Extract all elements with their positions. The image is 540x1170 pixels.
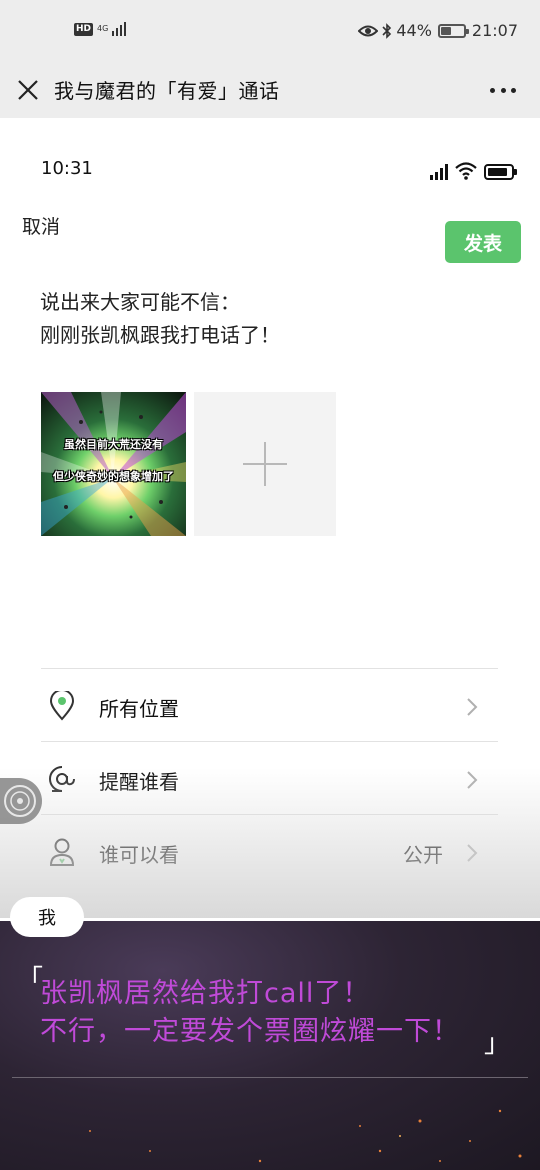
starburst-image (41, 392, 186, 536)
inner-status-icons (430, 162, 517, 180)
options-menu: 所有位置 提醒谁看 谁可以看 公开 (41, 668, 498, 887)
chevron-right-icon (467, 698, 478, 716)
chevron-right-icon (467, 844, 478, 862)
dialogue-box[interactable]: 「 张凯枫居然给我打call了！ 不行，一定要发个票圈炫耀一下！ 」 (0, 918, 540, 1170)
plus-icon (243, 442, 287, 486)
eye-icon (358, 25, 379, 36)
divider (12, 1077, 528, 1078)
system-status-bar: HD 4G 44% 21:07 (0, 0, 540, 62)
chevron-right-icon (467, 771, 478, 789)
network-indicator: HD 4G (74, 22, 127, 36)
post-text-line: 刚刚张凯枫跟我打电话了！ (40, 323, 280, 347)
quote-close-mark: 」 (484, 1029, 511, 1059)
menu-item-visibility[interactable]: 谁可以看 公开 (41, 814, 498, 887)
bluetooth-icon (382, 22, 392, 39)
clock: 21:07 (471, 21, 518, 40)
wifi-icon (455, 162, 477, 180)
publish-button[interactable]: 发表 (445, 221, 521, 263)
menu-value: 公开 (403, 843, 443, 867)
cancel-button[interactable]: 取消 (22, 212, 60, 239)
app-header: 我与魔君的「有爱」通话 (0, 62, 540, 118)
at-mention-icon (49, 766, 75, 792)
signal-icon (430, 164, 448, 180)
close-button[interactable] (12, 74, 44, 106)
battery-percent: 44% (396, 21, 432, 40)
network-type: 4G (97, 24, 109, 33)
add-photo-button[interactable] (194, 392, 336, 536)
photo-thumbnail[interactable]: 虽然目前大荒还没有 但少侠奇妙的想象增加了 (41, 392, 186, 536)
person-icon (49, 838, 75, 866)
hd-badge: HD (74, 22, 94, 36)
menu-label: 所有位置 (99, 697, 179, 721)
post-text-input[interactable]: 说出来大家可能不信： 刚刚张凯枫跟我打电话了！ (40, 286, 280, 352)
more-dots-icon (490, 87, 495, 93)
dialogue-line: 不行，一定要发个票圈炫耀一下！ (40, 1016, 460, 1047)
dialogue-line: 张凯枫居然给我打call了！ (40, 978, 371, 1009)
menu-label: 谁可以看 (99, 843, 179, 867)
inner-clock: 10:31 (41, 158, 93, 179)
location-pin-icon (49, 691, 75, 721)
more-button[interactable] (486, 76, 520, 104)
menu-label: 提醒谁看 (99, 770, 179, 794)
signal-icon (112, 22, 127, 36)
system-indicators: 44% 21:07 (358, 21, 518, 40)
battery-icon (437, 23, 469, 38)
close-icon (18, 80, 38, 100)
more-dot (511, 87, 516, 93)
page-title: 我与魔君的「有爱」通话 (54, 79, 280, 103)
speaker-name-tag: 我 (10, 897, 84, 937)
more-dot (500, 87, 506, 93)
menu-item-mention[interactable]: 提醒谁看 (41, 741, 498, 814)
floating-assistant-button[interactable] (0, 778, 42, 824)
menu-item-location[interactable]: 所有位置 (41, 668, 498, 741)
disc-icon (4, 785, 36, 817)
post-text-line: 说出来大家可能不信： (40, 290, 240, 314)
photo-caption-line: 但少侠奇妙的想象增加了 (53, 470, 174, 483)
battery-icon (484, 164, 517, 180)
compose-screen: 10:31 取消 发表 说出来大家可能不信： 刚刚张凯枫跟我打电话了！ 虽然目前… (0, 118, 540, 918)
photo-caption-line: 虽然目前大荒还没有 (64, 438, 163, 451)
